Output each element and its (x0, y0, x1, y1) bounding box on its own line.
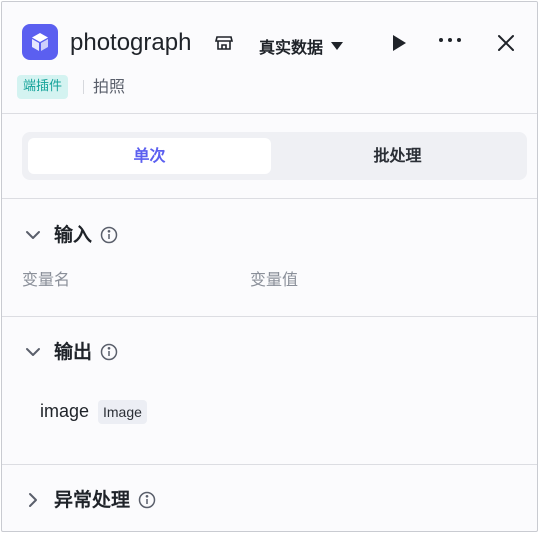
info-icon[interactable] (100, 343, 118, 361)
plugin-cube-icon (22, 24, 58, 60)
tab-batch[interactable]: 批处理 (274, 138, 521, 174)
exception-section-header[interactable]: 异常处理 (22, 488, 156, 512)
info-icon[interactable] (138, 491, 156, 509)
chevron-right-icon (29, 493, 37, 507)
caret-down-icon (331, 42, 344, 50)
divider (2, 113, 537, 114)
store-icon[interactable] (214, 33, 234, 53)
info-icon[interactable] (100, 226, 118, 244)
tab-single[interactable]: 单次 (28, 138, 271, 174)
output-type-tag: Image (98, 400, 147, 424)
data-mode-label: 真实数据 (259, 38, 324, 57)
output-section-header[interactable]: 输出 (22, 340, 118, 364)
play-icon[interactable] (388, 32, 410, 54)
variable-value-header: 变量值 (250, 270, 299, 289)
chevron-down-icon (26, 231, 40, 239)
data-mode-dropdown[interactable]: 真实数据 (259, 34, 344, 58)
divider (2, 464, 537, 465)
plugin-type-badge: 端插件 (17, 75, 69, 99)
panel-header: photograph 真实数据 端插件 拍照 (2, 2, 537, 114)
header-separator (83, 80, 84, 94)
input-section-title: 输入 (54, 224, 93, 246)
divider (2, 198, 537, 199)
more-options-icon[interactable] (439, 38, 465, 48)
node-description: 拍照 (93, 77, 126, 96)
node-config-panel: photograph 真实数据 端插件 拍照 单次 批处理 输入 变量名 变量值… (1, 1, 538, 532)
input-section-header[interactable]: 输入 (22, 223, 118, 247)
run-mode-tabs: 单次 批处理 (22, 132, 527, 180)
node-title: photograph (70, 29, 192, 56)
divider (2, 316, 537, 317)
output-section-title: 输出 (54, 341, 93, 363)
output-variable-name: image (40, 401, 90, 421)
variable-name-header: 变量名 (22, 270, 71, 289)
chevron-down-icon (26, 348, 40, 356)
exception-section-title: 异常处理 (54, 489, 131, 511)
close-icon[interactable] (495, 32, 517, 54)
